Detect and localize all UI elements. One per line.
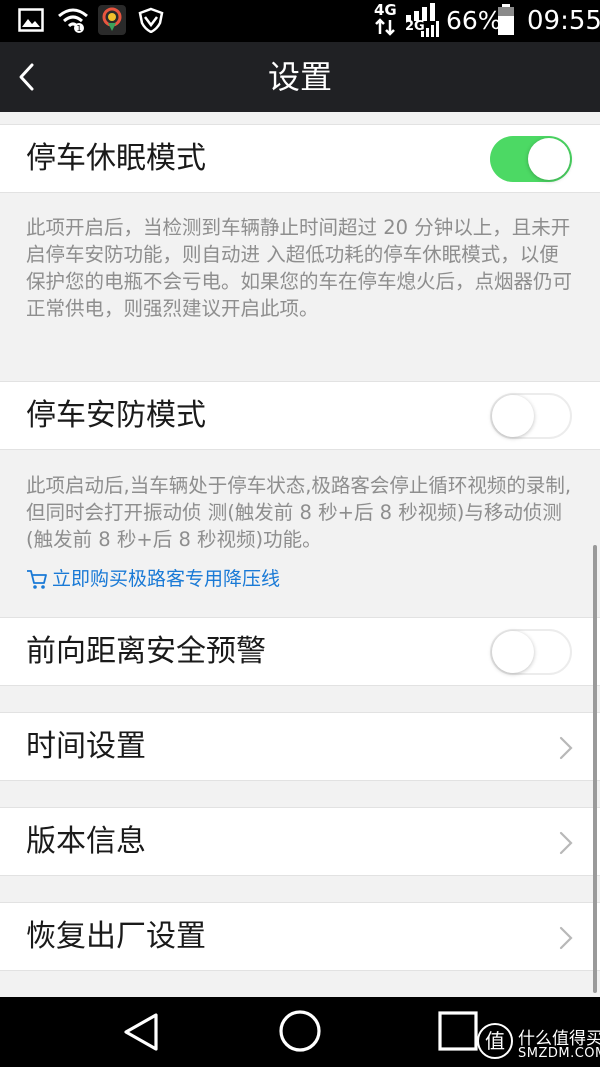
forward-distance-row[interactable]: 前向距离安全预警 bbox=[0, 617, 600, 686]
signal-bars-secondary-icon bbox=[421, 21, 439, 37]
chevron-right-icon bbox=[559, 736, 573, 760]
parking-security-row[interactable]: 停车安防模式 bbox=[0, 381, 600, 450]
toggle-knob bbox=[492, 631, 534, 673]
toggle-knob bbox=[492, 395, 534, 437]
forward-distance-label: 前向距离安全预警 bbox=[26, 634, 266, 669]
status-bar: 1 4G 2G 66% 09:55 bbox=[0, 0, 600, 42]
version-info-label: 版本信息 bbox=[26, 824, 146, 859]
title-bar: 设置 bbox=[0, 42, 600, 112]
network-4g-label: 4G bbox=[374, 1, 397, 19]
forward-distance-toggle[interactable] bbox=[490, 629, 572, 675]
time-settings-label: 时间设置 bbox=[26, 729, 146, 764]
shield-vpn-icon bbox=[138, 7, 164, 33]
chevron-right-icon bbox=[559, 831, 573, 855]
factory-reset-row[interactable]: 恢复出厂设置 bbox=[0, 902, 600, 971]
battery-icon bbox=[498, 4, 514, 35]
watermark-logo: 值 bbox=[477, 1023, 513, 1059]
scrollbar[interactable] bbox=[593, 545, 597, 993]
buy-cable-link[interactable]: 立即购买极路客专用降压线 bbox=[26, 565, 280, 593]
time-settings-row[interactable]: 时间设置 bbox=[0, 712, 600, 781]
settings-list[interactable]: 停车休眠模式 此项开启后，当检测到车辆静止时间超过 20 分钟以上，且未开启停车… bbox=[0, 112, 600, 997]
clock: 09:55 bbox=[527, 6, 600, 36]
battery-percent: 66% bbox=[446, 6, 502, 35]
svg-text:值: 值 bbox=[485, 1029, 505, 1053]
image-icon bbox=[18, 8, 44, 32]
parking-sleep-toggle[interactable] bbox=[490, 136, 572, 182]
parking-sleep-label: 停车休眠模式 bbox=[26, 141, 206, 176]
wifi-icon: 1 bbox=[58, 8, 88, 33]
parking-security-label: 停车安防模式 bbox=[26, 398, 206, 433]
svg-text:1: 1 bbox=[76, 24, 81, 33]
map-pin-app-icon bbox=[98, 5, 126, 35]
parking-sleep-row[interactable]: 停车休眠模式 bbox=[0, 124, 600, 193]
recents-square-icon[interactable] bbox=[437, 1010, 479, 1052]
cart-icon bbox=[27, 570, 47, 589]
factory-reset-label: 恢复出厂设置 bbox=[26, 919, 206, 954]
parking-security-toggle[interactable] bbox=[490, 393, 572, 439]
watermark-domain: SMZDM.COM bbox=[518, 1046, 600, 1061]
data-arrows-icon bbox=[375, 18, 395, 36]
home-circle-icon[interactable] bbox=[278, 1009, 322, 1053]
back-triangle-icon[interactable] bbox=[120, 1010, 164, 1054]
watermark: 值 什么值得买 SMZDM.COM bbox=[476, 1022, 600, 1064]
buy-cable-link-text: 立即购买极路客专用降压线 bbox=[52, 568, 281, 590]
parking-sleep-description: 此项开启后，当检测到车辆静止时间超过 20 分钟以上，且未开启停车安防功能，则自… bbox=[26, 216, 573, 320]
page-title: 设置 bbox=[267, 58, 332, 96]
version-info-row[interactable]: 版本信息 bbox=[0, 807, 600, 876]
chevron-right-icon bbox=[559, 926, 573, 950]
parking-security-description: 此项启动后,当车辆处于停车状态,极路客会停止循环视频的录制,但同时会打开振动侦 … bbox=[26, 474, 572, 551]
toggle-knob bbox=[528, 138, 570, 180]
